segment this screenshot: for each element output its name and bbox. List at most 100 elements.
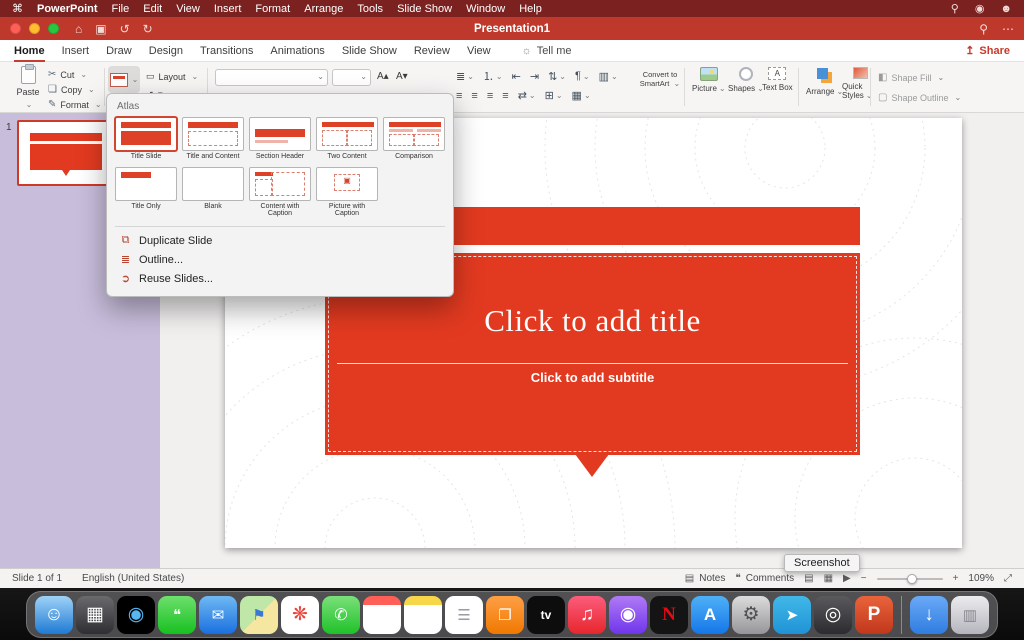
menubar-item-tools[interactable]: Tools [357,3,383,15]
undo-icon[interactable]: ↺ [120,22,130,36]
menubar-item-format[interactable]: Format [255,3,290,15]
settings-icon[interactable]: ⚙ [732,596,770,634]
reuse-slides-menu-item[interactable]: ➲ Reuse Slides... [115,269,445,288]
zoom-in-icon[interactable]: + [953,573,959,584]
slide-sorter-view-icon[interactable]: ▦ [824,573,833,584]
photos-icon[interactable]: ❋ [281,596,319,634]
calendar-icon[interactable] [363,596,401,634]
layout-option-content-with-caption[interactable]: Content with Caption [249,167,311,218]
increase-indent-button[interactable]: ⇥ [530,68,539,84]
layout-option-section-header[interactable]: Section Header [249,117,311,161]
books-icon[interactable]: ❐ [486,596,524,634]
comments-button[interactable]: ❝ Comments [735,573,794,584]
fit-to-window-icon[interactable]: ⤢ [1004,573,1012,584]
convert-to-smartart-button[interactable]: Convert to SmartArt [633,70,687,89]
slideshow-view-icon[interactable]: ▶ [843,573,851,584]
paste-button[interactable]: Paste [10,66,46,109]
menubar-item-help[interactable]: Help [519,3,542,15]
tv-icon[interactable]: tv [527,596,565,634]
title-placeholder-text[interactable]: Click to add title [325,303,860,339]
zoom-out-icon[interactable]: − [861,573,867,584]
maximize-button[interactable] [48,23,59,34]
layout-option-picture-with-caption[interactable]: Picture with Caption [316,167,378,218]
tab-insert[interactable]: Insert [62,40,90,62]
tab-home[interactable]: Home [14,40,45,62]
home-icon[interactable]: ⌂ [75,22,82,36]
trash-icon[interactable]: ▥ [951,596,989,634]
picture-button[interactable]: Picture [692,67,726,93]
decrease-indent-button[interactable]: ⇤ [512,68,521,84]
slide-1-thumbnail[interactable] [17,120,115,186]
arrange-button[interactable]: Arrange [806,67,843,96]
tab-transitions[interactable]: Transitions [200,40,253,62]
line-spacing-button[interactable]: ⇅ [548,68,566,84]
align-text-button[interactable]: ⇄ [518,89,536,102]
grid-options-button[interactable]: ▦ [572,89,591,102]
launchpad-icon[interactable]: ▦ [76,596,114,634]
menubar-item-file[interactable]: File [112,3,130,15]
notes-app-icon[interactable] [404,596,442,634]
zoom-slider-knob[interactable] [907,574,917,584]
increase-font-size-button[interactable]: A▴ [377,71,389,82]
tab-slideshow[interactable]: Slide Show [342,40,397,62]
new-slide-button[interactable] [108,66,140,93]
powerpoint-dock-icon[interactable]: P [855,596,893,634]
layout-option-two-content[interactable]: Two Content [316,117,378,161]
notes-button[interactable]: ▤ Notes [685,573,726,584]
menubar-item-powerpoint[interactable]: PowerPoint [37,3,98,15]
screenshot-icon[interactable]: ◎ [814,596,852,634]
downloads-icon[interactable]: ↓ [910,596,948,634]
siri-icon[interactable]: ◉ [975,2,985,15]
menubar-item-insert[interactable]: Insert [214,3,242,15]
siri-icon[interactable]: ◉ [117,596,155,634]
more-options-icon[interactable]: ⋯ [1002,22,1014,36]
close-button[interactable] [10,23,21,34]
search-icon[interactable]: ⚲ [979,22,988,36]
telegram-icon[interactable]: ➤ [773,596,811,634]
subtitle-placeholder-text[interactable]: Click to add subtitle [325,370,860,385]
zoom-slider[interactable] [877,578,943,580]
messages-icon[interactable]: ❝ [158,596,196,634]
tell-me-button[interactable]: ☼ Tell me [522,45,572,57]
layout-option-title-slide[interactable]: Title Slide [115,117,177,161]
decrease-font-size-button[interactable]: A▾ [396,71,408,82]
tab-draw[interactable]: Draw [106,40,132,62]
cut-button[interactable]: ✂ Cut [48,69,102,80]
normal-view-icon[interactable]: ▤ [804,573,813,584]
reminders-icon[interactable]: ☰ [445,596,483,634]
align-right-button[interactable]: ≡ [487,89,493,102]
menubar-item-view[interactable]: View [176,3,200,15]
columns-button[interactable]: ▥ [599,68,618,84]
minimize-button[interactable] [29,23,40,34]
font-name-combo[interactable] [215,69,328,86]
menubar-item-edit[interactable]: Edit [143,3,162,15]
outline-menu-item[interactable]: ≣ Outline... [115,250,445,269]
bullets-button[interactable]: ≣ [456,68,474,84]
zoom-level[interactable]: 109% [968,573,994,584]
music-icon[interactable]: ♫ [568,596,606,634]
tab-review[interactable]: Review [414,40,450,62]
shapes-button[interactable]: Shapes [728,67,764,93]
netflix-icon[interactable]: N [650,596,688,634]
save-icon[interactable]: ▣ [95,22,106,36]
mail-icon[interactable]: ✉ [199,596,237,634]
shape-fill-button[interactable]: ◧ Shape Fill [878,72,944,83]
insert-table-button[interactable]: ⊞ [545,89,563,102]
quick-styles-button[interactable]: Quick Styles [842,67,878,100]
menubar-item-window[interactable]: Window [466,3,505,15]
layout-option-title-and-content[interactable]: Title and Content [182,117,244,161]
tab-animations[interactable]: Animations [270,40,324,62]
format-painter-button[interactable]: ✎ Format [48,99,102,110]
text-box-button[interactable]: A Text Box [762,67,793,92]
menubar-item-arrange[interactable]: Arrange [304,3,343,15]
layout-option-comparison[interactable]: Comparison [383,117,445,161]
align-left-button[interactable]: ≡ [456,89,462,102]
copy-button[interactable]: ❏ Copy [48,84,102,95]
menubar-item-slideshow[interactable]: Slide Show [397,3,452,15]
shape-outline-button[interactable]: ▢ Shape Outline [878,92,961,103]
share-button[interactable]: ↥ Share [965,44,1010,57]
maps-icon[interactable]: ⚑ [240,596,278,634]
font-size-combo[interactable] [332,69,371,86]
duplicate-slide-menu-item[interactable]: ⧉ Duplicate Slide [115,231,445,250]
app-store-icon[interactable]: A [691,596,729,634]
